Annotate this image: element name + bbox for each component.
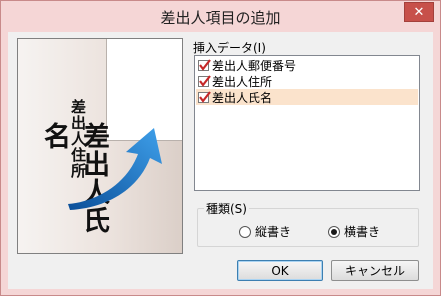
checkbox-name[interactable] [198,90,211,103]
radio-vertical[interactable]: 縦書き [239,223,291,240]
dialog-body: 差出人住所 差出人氏名 挿入データ(I) 差出人郵便番号 差出人住所 差出人氏名… [8,32,433,289]
radio-button-horizontal[interactable] [328,225,340,238]
list-item-address[interactable]: 差出人住所 [196,73,418,89]
list-item-postal-code[interactable]: 差出人郵便番号 [196,57,418,73]
list-item-label: 差出人氏名 [212,90,273,105]
cancel-button[interactable]: キャンセル [331,260,419,281]
radio-label-horizontal: 横書き [344,225,381,239]
check-icon [199,58,211,71]
type-group-label: 種類(S) [204,200,249,217]
dialog-title: 差出人項目の追加 [160,9,281,27]
radio-button-vertical[interactable] [239,225,251,238]
insert-data-list[interactable]: 差出人郵便番号 差出人住所 差出人氏名 [194,55,420,191]
title-bar[interactable]: 差出人項目の追加 ✕ [1,1,440,32]
close-button[interactable]: ✕ [404,2,434,22]
radio-label-vertical: 縦書き [255,225,292,239]
list-item-name[interactable]: 差出人氏名 [196,89,418,105]
insert-data-label: 挿入データ(I) [193,41,266,55]
check-icon [199,74,211,87]
checkbox-postal-code[interactable] [198,58,211,71]
ok-button[interactable]: OK [237,260,323,281]
checkbox-address[interactable] [198,74,211,87]
dialog-window: 差出人項目の追加 ✕ 差出人住所 差出人氏名 挿入データ(I) 差出人郵便番号 … [0,0,441,296]
close-icon: ✕ [413,4,425,20]
envelope-preview: 差出人住所 差出人氏名 [17,38,183,254]
check-icon [199,90,211,103]
radio-horizontal[interactable]: 横書き [328,223,380,240]
list-item-label: 差出人住所 [212,74,273,89]
list-item-label: 差出人郵便番号 [212,58,297,73]
curved-arrow-icon [68,128,162,210]
